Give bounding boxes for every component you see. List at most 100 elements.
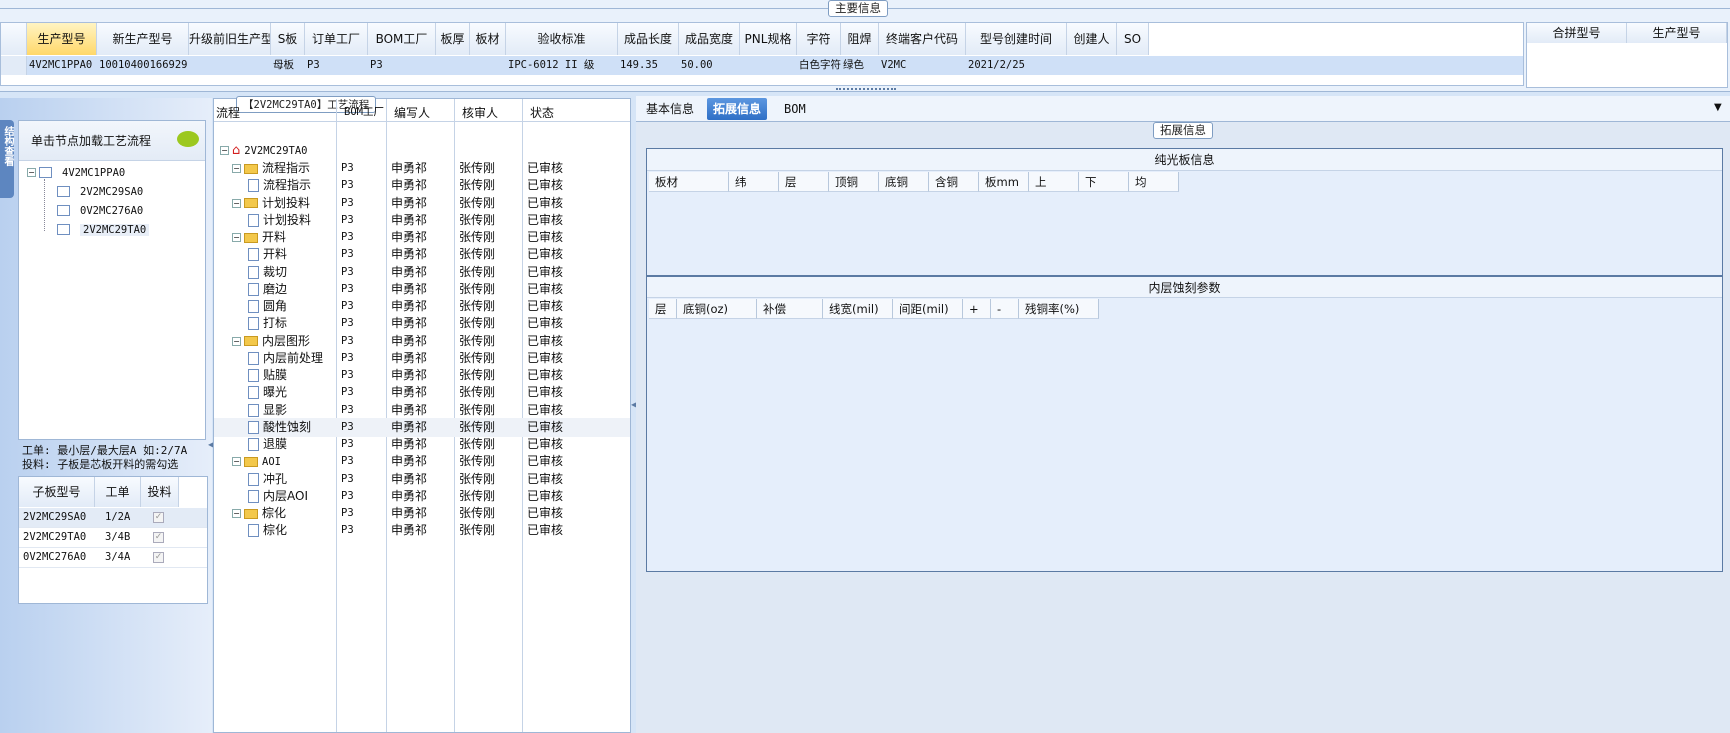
table-cell[interactable]: 10010400166929 bbox=[97, 56, 189, 75]
process-row[interactable]: 打标 P3 申勇祁 张传刚 已审核 bbox=[214, 314, 630, 333]
column-header[interactable]: 生产型号 bbox=[27, 23, 97, 55]
process-row[interactable]: 磨边 P3 申勇祁 张传刚 已审核 bbox=[214, 280, 630, 299]
table-cell[interactable] bbox=[740, 56, 797, 75]
pure-board-col-header[interactable]: 下 bbox=[1079, 172, 1129, 192]
tree-node-child[interactable]: 0V2MC276A0 bbox=[57, 201, 143, 220]
pure-board-col-header[interactable]: 含铜 bbox=[929, 172, 979, 192]
inner-etch-col-header[interactable]: 线宽(mil) bbox=[823, 299, 893, 319]
process-row[interactable]: 内层AOI P3 申勇祁 张传刚 已审核 bbox=[214, 487, 630, 506]
collapse-icon[interactable]: − bbox=[232, 198, 241, 208]
table-row[interactable]: 2V2MC29TA0 3/4B ✓ bbox=[19, 528, 207, 548]
process-row[interactable]: 流程指示 P3 申勇祁 张传刚 已审核 bbox=[214, 176, 630, 195]
sub-col-header[interactable]: 工单 bbox=[95, 477, 141, 507]
process-row[interactable]: 开料 P3 申勇祁 张传刚 已审核 bbox=[214, 245, 630, 264]
merge-col-header[interactable]: 生产型号 bbox=[1627, 23, 1727, 43]
pure-board-col-header[interactable]: 板材 bbox=[649, 172, 729, 192]
table-cell[interactable]: 2021/2/25 bbox=[966, 56, 1067, 75]
feed-checkbox[interactable]: ✓ bbox=[153, 512, 164, 523]
column-header[interactable]: 型号创建时间 bbox=[966, 23, 1067, 55]
process-row[interactable]: 贴膜 P3 申勇祁 张传刚 已审核 bbox=[214, 366, 630, 385]
table-cell[interactable]: P3 bbox=[368, 56, 436, 75]
process-row[interactable]: − 流程指示 P3 申勇祁 张传刚 已审核 bbox=[214, 159, 630, 178]
table-cell[interactable]: 白色字符 bbox=[797, 56, 841, 75]
process-row[interactable]: 酸性蚀刻 P3 申勇祁 张传刚 已审核 bbox=[214, 417, 630, 437]
collapse-icon[interactable]: − bbox=[232, 233, 241, 242]
feed-checkbox[interactable]: ✓ bbox=[153, 532, 164, 543]
sub-col-header[interactable]: 子板型号 bbox=[19, 477, 95, 507]
structure-view-tab[interactable]: 结构查看 bbox=[0, 120, 14, 198]
process-row[interactable]: 计划投料 P3 申勇祁 张传刚 已审核 bbox=[214, 211, 630, 230]
tab-bom[interactable]: BOM bbox=[778, 98, 812, 120]
column-header[interactable]: 新生产型号 bbox=[97, 23, 189, 55]
table-cell[interactable] bbox=[1067, 56, 1117, 75]
tab-basic-info[interactable]: 基本信息 bbox=[640, 98, 700, 120]
pure-board-col-header[interactable]: 顶铜 bbox=[829, 172, 879, 192]
inner-etch-col-header[interactable]: 底铜(oz) bbox=[677, 299, 757, 319]
sub-board-grid[interactable]: 子板型号 工单 投料 2V2MC29SA0 1/2A ✓ 2V2MC29TA0 3/4B… bbox=[18, 476, 208, 604]
column-header[interactable]: SO bbox=[1117, 23, 1149, 55]
tree-node-root[interactable]: − 4V2MC1PPA0 bbox=[27, 163, 125, 182]
column-header[interactable]: 板材 bbox=[470, 23, 506, 55]
collapse-icon[interactable]: − bbox=[232, 457, 241, 467]
product-tree[interactable]: 单击节点加载工艺流程 − 4V2MC1PPA0 2V2MC29SA0 0V2MC2… bbox=[18, 120, 206, 440]
process-col-header[interactable]: BOM工厂 bbox=[344, 104, 384, 119]
row-selector[interactable] bbox=[1, 56, 27, 75]
merge-model-grid[interactable]: 合拼型号 生产型号 bbox=[1526, 22, 1728, 88]
table-cell[interactable]: IPC-6012 II 级 bbox=[506, 56, 618, 75]
sub-col-header[interactable]: 投料 bbox=[141, 477, 179, 507]
process-row[interactable]: − 棕化 P3 申勇祁 张传刚 已审核 bbox=[214, 504, 630, 523]
process-col-header[interactable]: 编写人 bbox=[394, 104, 430, 121]
merge-col-header[interactable]: 合拼型号 bbox=[1527, 23, 1627, 43]
table-cell[interactable]: 4V2MC1PPA0 bbox=[27, 56, 97, 75]
process-col-header[interactable]: 核审人 bbox=[462, 104, 498, 121]
splitter-handle[interactable] bbox=[836, 88, 896, 92]
process-row[interactable]: − 开料 P3 申勇祁 张传刚 已审核 bbox=[214, 228, 630, 247]
column-header[interactable]: PNL规格 bbox=[740, 23, 797, 55]
pure-board-col-header[interactable]: 层 bbox=[779, 172, 829, 192]
process-row[interactable]: 显影 P3 申勇祁 张传刚 已审核 bbox=[214, 401, 630, 420]
column-header[interactable]: 板厚 bbox=[436, 23, 470, 55]
tree-node-child[interactable]: 2V2MC29SA0 bbox=[57, 182, 143, 201]
process-col-header[interactable]: 流程 bbox=[216, 104, 240, 121]
process-row[interactable]: 内层前处理 P3 申勇祁 张传刚 已审核 bbox=[214, 349, 630, 368]
pure-board-col-header[interactable]: 上 bbox=[1029, 172, 1079, 192]
tab-extended-info[interactable]: 拓展信息 bbox=[707, 98, 768, 120]
pure-board-col-header[interactable]: 板mm bbox=[979, 172, 1029, 192]
process-root-node[interactable]: − ⌂ 2V2MC29TA0 bbox=[220, 141, 307, 160]
column-header[interactable]: 升级前旧生产型号 bbox=[189, 23, 271, 55]
column-header[interactable]: S板 bbox=[271, 23, 305, 55]
process-row[interactable]: 退膜 P3 申勇祁 张传刚 已审核 bbox=[214, 435, 630, 454]
inner-etch-col-header[interactable]: 间距(mil) bbox=[893, 299, 963, 319]
feed-checkbox[interactable]: ✓ bbox=[153, 552, 164, 563]
table-cell[interactable]: 母板 bbox=[271, 56, 305, 75]
table-cell[interactable]: 149.35 bbox=[618, 56, 679, 75]
column-header[interactable]: 成品宽度 bbox=[679, 23, 740, 55]
column-header[interactable]: 字符 bbox=[797, 23, 841, 55]
main-info-grid[interactable]: 生产型号新生产型号升级前旧生产型号S板订单工厂BOM工厂板厚板材验收标准成品长度… bbox=[0, 22, 1524, 86]
collapse-icon[interactable]: − bbox=[220, 146, 229, 155]
checkbox-icon[interactable] bbox=[57, 224, 70, 235]
process-row[interactable]: − 内层图形 P3 申勇祁 张传刚 已审核 bbox=[214, 332, 630, 351]
table-row[interactable]: 0V2MC276A0 3/4A ✓ bbox=[19, 548, 207, 568]
column-header[interactable]: 成品长度 bbox=[618, 23, 679, 55]
table-cell[interactable]: 50.00 bbox=[679, 56, 740, 75]
inner-etch-col-header[interactable]: 层 bbox=[649, 299, 677, 319]
table-cell[interactable] bbox=[189, 56, 271, 75]
process-col-header[interactable]: 状态 bbox=[530, 104, 554, 121]
process-row[interactable]: 冲孔 P3 申勇祁 张传刚 已审核 bbox=[214, 470, 630, 489]
inner-etch-col-header[interactable]: 补偿 bbox=[757, 299, 823, 319]
process-row[interactable]: 裁切 P3 申勇祁 张传刚 已审核 bbox=[214, 263, 630, 282]
column-header[interactable]: 终端客户代码 bbox=[879, 23, 966, 55]
column-header[interactable]: 验收标准 bbox=[506, 23, 618, 55]
checkbox-icon[interactable] bbox=[57, 205, 70, 216]
table-cell[interactable] bbox=[1117, 56, 1149, 75]
collapse-icon[interactable]: − bbox=[232, 164, 241, 173]
process-row[interactable]: 曝光 P3 申勇祁 张传刚 已审核 bbox=[214, 383, 630, 402]
column-header[interactable]: 创建人 bbox=[1067, 23, 1117, 55]
tree-node-child-selected[interactable]: 2V2MC29TA0 bbox=[57, 220, 150, 239]
inner-etch-col-header[interactable]: + bbox=[963, 299, 991, 319]
column-header[interactable]: BOM工厂 bbox=[368, 23, 436, 55]
inner-etch-col-header[interactable]: 残铜率(%) bbox=[1019, 299, 1099, 319]
checkbox-icon[interactable] bbox=[57, 186, 70, 197]
pure-board-col-header[interactable]: 底铜 bbox=[879, 172, 929, 192]
